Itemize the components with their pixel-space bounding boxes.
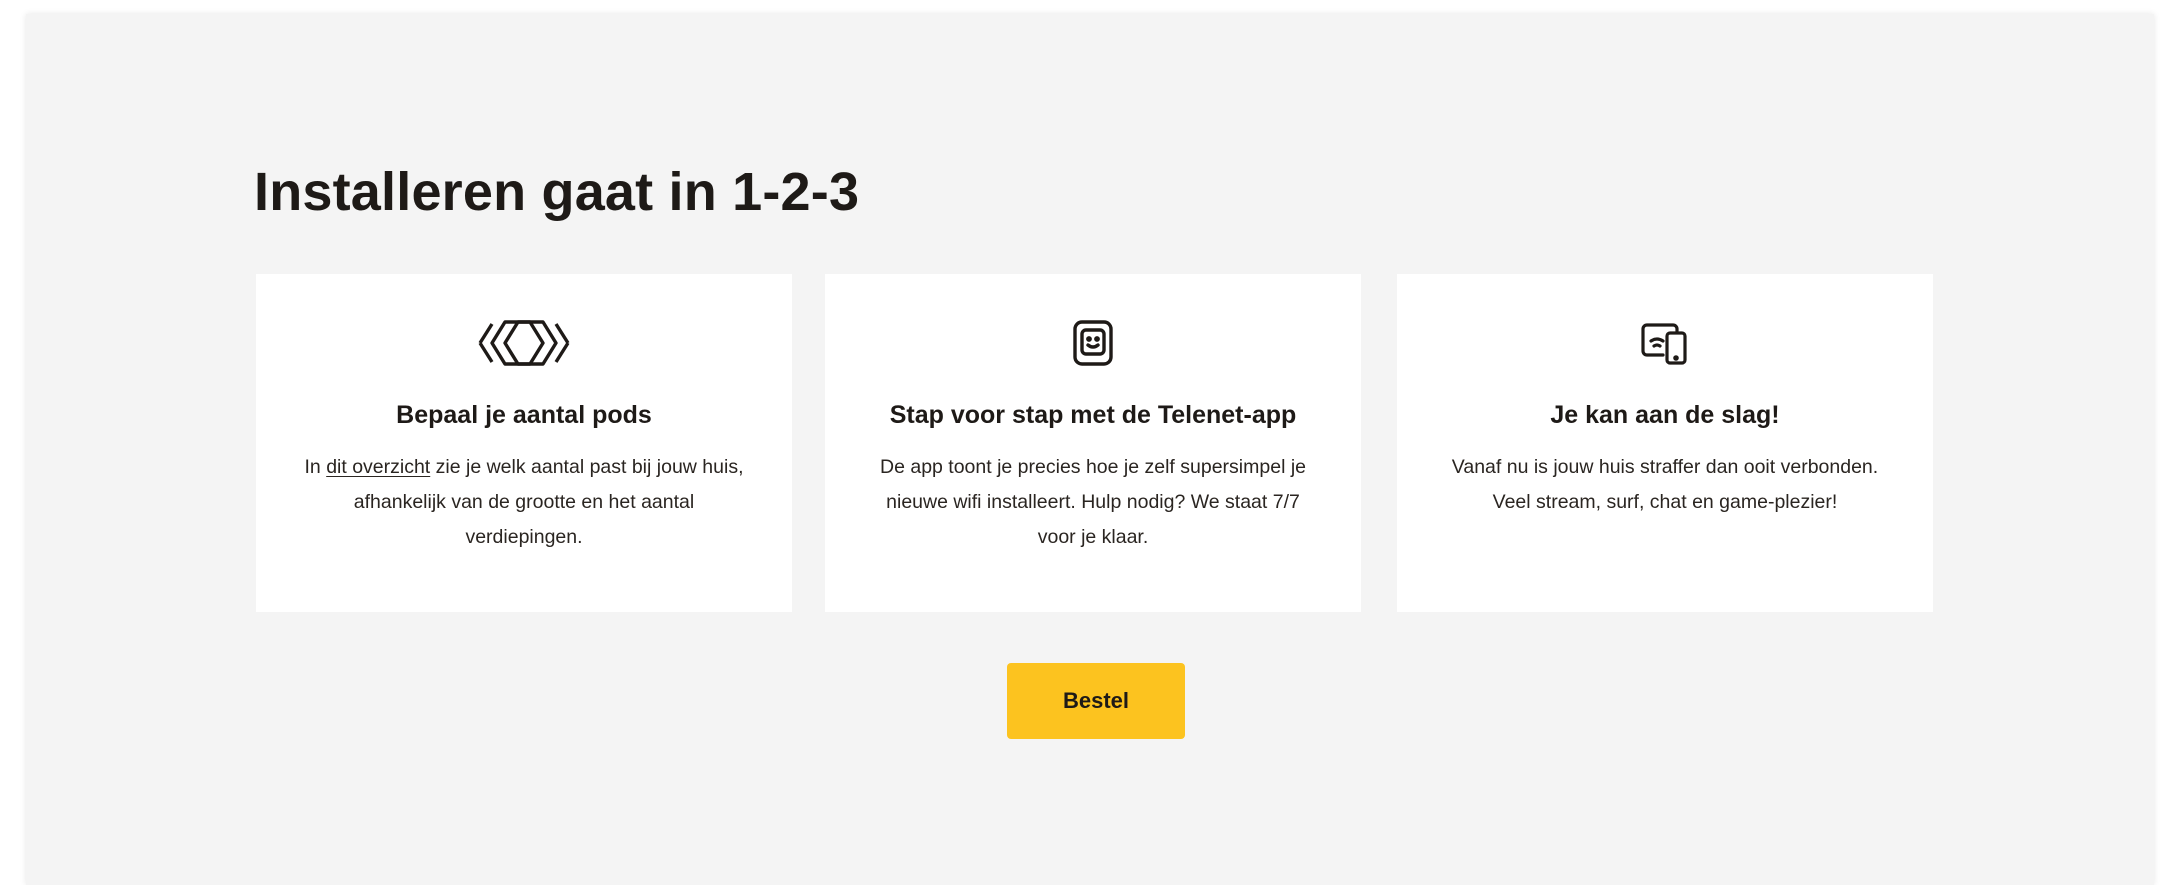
install-section: Installeren gaat in 1-2-3 Bepaal je aant… [26, 14, 2154, 885]
step-title: Je kan aan de slag! [1550, 401, 1780, 429]
devices-wifi-icon [1397, 314, 1933, 372]
step-title: Stap voor stap met de Telenet-app [889, 401, 1297, 429]
section-title: Installeren gaat in 1-2-3 [254, 162, 860, 222]
step-card-ready: Je kan aan de slag! Vanaf nu is jouw hui… [1397, 274, 1933, 612]
step-description: De app toont je precies hoe je zelf supe… [880, 456, 1306, 548]
order-button[interactable]: Bestel [1007, 663, 1185, 739]
overview-link[interactable]: dit overzicht [326, 456, 430, 478]
step-card-app: Stap voor stap met de Telenet-app De app… [825, 274, 1361, 612]
step-description-prefix: In [304, 456, 327, 478]
step-card-pods: Bepaal je aantal pods In dit overzicht z… [256, 274, 792, 612]
step-description: In dit overzicht zie je welk aantal past… [296, 450, 752, 555]
step-description: Vanaf nu is jouw huis straffer dan ooit … [1451, 456, 1879, 513]
step-title: Bepaal je aantal pods [396, 401, 652, 429]
pods-icon [256, 314, 792, 372]
telenet-app-icon [825, 314, 1361, 372]
